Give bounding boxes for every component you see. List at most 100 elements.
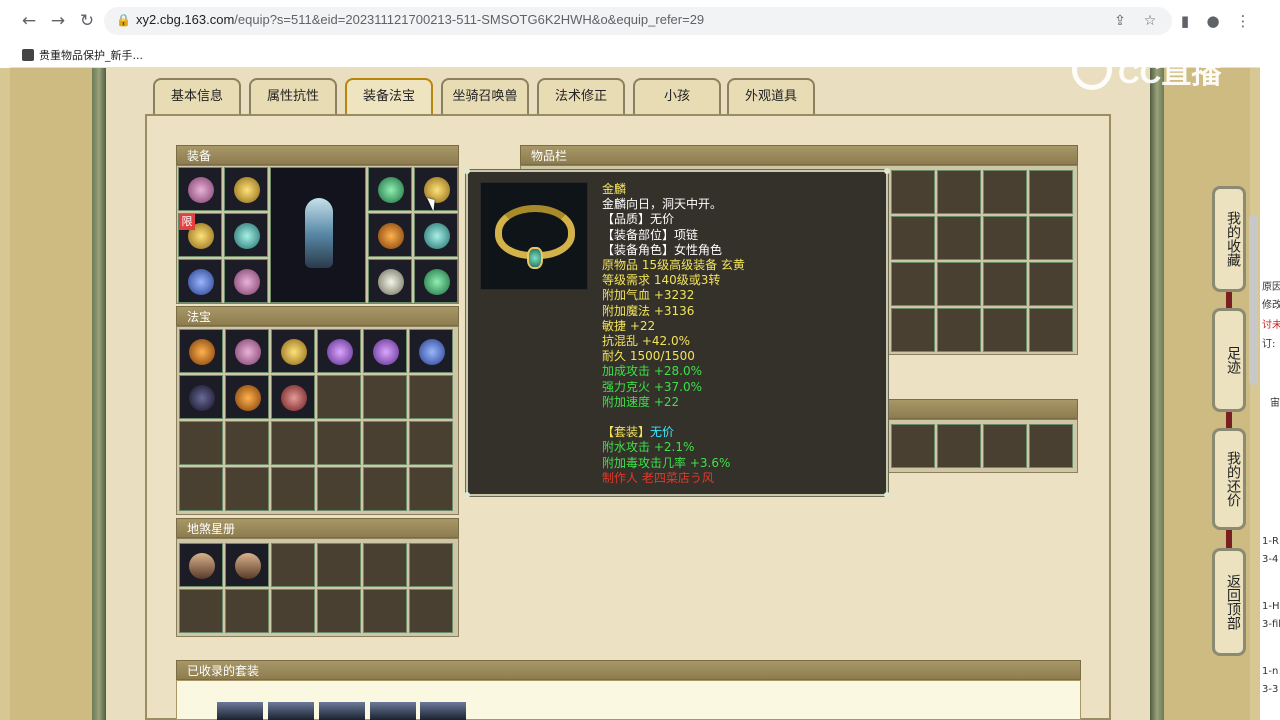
equip-slot[interactable] xyxy=(178,259,222,303)
disha-slot-empty[interactable] xyxy=(271,543,315,587)
fabao-slot[interactable] xyxy=(271,375,315,419)
equip-slot[interactable] xyxy=(368,213,412,257)
fabao-slot-empty[interactable] xyxy=(409,375,453,419)
set-icon[interactable] xyxy=(217,702,263,720)
disha-slot[interactable] xyxy=(179,543,223,587)
fabao-slot-empty[interactable] xyxy=(409,467,453,511)
set-icon[interactable] xyxy=(268,702,314,720)
set-icon[interactable] xyxy=(370,702,416,720)
disha-slot-empty[interactable] xyxy=(409,589,453,633)
my-favorites-button[interactable]: 我的收藏 xyxy=(1212,186,1246,292)
fabao-slot-empty[interactable] xyxy=(409,421,453,465)
inventory-slot[interactable] xyxy=(1029,216,1073,260)
profile-icon[interactable]: ● xyxy=(1202,10,1224,32)
fabao-slot-empty[interactable] xyxy=(317,467,361,511)
inventory-slot[interactable] xyxy=(983,262,1027,306)
fabao-slot-empty[interactable] xyxy=(271,467,315,511)
star-icon[interactable]: ☆ xyxy=(1140,11,1160,31)
inventory-slot[interactable] xyxy=(937,170,981,214)
inventory-slot[interactable] xyxy=(937,262,981,306)
disha-slot-empty[interactable] xyxy=(317,543,361,587)
disha-slot-empty[interactable] xyxy=(271,589,315,633)
fabao-slot[interactable] xyxy=(179,375,223,419)
disha-slot-empty[interactable] xyxy=(363,589,407,633)
footprint-button[interactable]: 足迹 xyxy=(1212,308,1246,412)
equip-slot[interactable] xyxy=(224,259,268,303)
reload-icon[interactable]: ↻ xyxy=(76,10,98,32)
fabao-slot-empty[interactable] xyxy=(363,375,407,419)
fabao-slot[interactable] xyxy=(363,329,407,373)
fabao-slot[interactable] xyxy=(271,329,315,373)
fabao-slot[interactable] xyxy=(225,329,269,373)
secondary-slot[interactable] xyxy=(983,424,1027,468)
back-to-top-button[interactable]: 返回顶部 xyxy=(1212,548,1246,656)
tab-equipment[interactable]: 装备法宝 xyxy=(345,78,433,114)
fabao-slot-empty[interactable] xyxy=(363,467,407,511)
equip-slot[interactable] xyxy=(414,259,458,303)
inventory-slot[interactable] xyxy=(1029,308,1073,352)
share-icon[interactable]: ⇪ xyxy=(1110,11,1130,31)
section-disha-header: 地煞星册 xyxy=(176,518,459,538)
scrollbar[interactable] xyxy=(1249,215,1258,385)
sidebar-icon[interactable]: ▮ xyxy=(1174,10,1196,32)
equip-slot[interactable] xyxy=(414,213,458,257)
tab-child[interactable]: 小孩 xyxy=(633,78,721,114)
inventory-slot[interactable] xyxy=(891,262,935,306)
disha-slot-empty[interactable] xyxy=(225,589,269,633)
tab-mounts[interactable]: 坐骑召唤兽 xyxy=(441,78,529,114)
fabao-slot[interactable] xyxy=(317,329,361,373)
fabao-slot-empty[interactable] xyxy=(225,467,269,511)
disha-slot-empty[interactable] xyxy=(363,543,407,587)
fabao-slot-empty[interactable] xyxy=(317,421,361,465)
equip-slot[interactable] xyxy=(368,167,412,211)
inventory-slot[interactable] xyxy=(937,216,981,260)
disha-slot-empty[interactable] xyxy=(179,589,223,633)
inventory-slot[interactable] xyxy=(983,170,1027,214)
inventory-slot[interactable] xyxy=(1029,170,1073,214)
set-icon[interactable] xyxy=(420,702,466,720)
fabao-slot-empty[interactable] xyxy=(179,467,223,511)
set-icon[interactable] xyxy=(319,702,365,720)
fabao-slot-empty[interactable] xyxy=(271,421,315,465)
inventory-slot[interactable] xyxy=(937,308,981,352)
secondary-slot[interactable] xyxy=(891,424,935,468)
item-stat: 抗混乱 +42.0% xyxy=(602,334,690,349)
equip-slot[interactable] xyxy=(368,259,412,303)
fabao-slot-empty[interactable] xyxy=(363,421,407,465)
secondary-slot[interactable] xyxy=(1029,424,1073,468)
side-button-label: 足迹 xyxy=(1225,346,1241,374)
address-bar[interactable]: 🔒 xy2.cbg.163.com/equip?s=511&eid=202311… xyxy=(104,7,1172,35)
my-bargain-button[interactable]: 我的还价 xyxy=(1212,428,1246,530)
tab-spell-correction[interactable]: 法术修正 xyxy=(537,78,625,114)
disha-slot-empty[interactable] xyxy=(409,543,453,587)
inventory-slot[interactable] xyxy=(891,216,935,260)
inventory-slot[interactable] xyxy=(891,308,935,352)
fabao-slot-empty[interactable] xyxy=(179,421,223,465)
inventory-slot[interactable] xyxy=(891,170,935,214)
fabao-slot[interactable] xyxy=(179,329,223,373)
strip-text: 1-R xyxy=(1262,536,1279,547)
bookmark-item[interactable]: 贵重物品保护_新手... xyxy=(22,46,143,64)
fabao-slot[interactable] xyxy=(225,375,269,419)
section-fabao-header: 法宝 xyxy=(176,306,459,326)
equip-slot[interactable]: 限 xyxy=(178,213,222,257)
equip-slot[interactable] xyxy=(224,167,268,211)
equip-slot[interactable] xyxy=(178,167,222,211)
equip-slot[interactable] xyxy=(224,213,268,257)
fabao-slot-empty[interactable] xyxy=(317,375,361,419)
inventory-slot[interactable] xyxy=(983,216,1027,260)
disha-slot-empty[interactable] xyxy=(317,589,361,633)
disha-slot[interactable] xyxy=(225,543,269,587)
menu-icon[interactable]: ⋮ xyxy=(1232,10,1254,32)
forward-icon[interactable]: → xyxy=(47,10,69,32)
inventory-slot[interactable] xyxy=(1029,262,1073,306)
secondary-slot[interactable] xyxy=(937,424,981,468)
url-text[interactable]: xy2.cbg.163.com/equip?s=511&eid=20231112… xyxy=(136,12,704,27)
tab-basic-info[interactable]: 基本信息 xyxy=(153,78,241,114)
inventory-slot[interactable] xyxy=(983,308,1027,352)
tab-attributes[interactable]: 属性抗性 xyxy=(249,78,337,114)
fabao-slot[interactable] xyxy=(409,329,453,373)
tab-appearance[interactable]: 外观道具 xyxy=(727,78,815,114)
back-icon[interactable]: ← xyxy=(18,10,40,32)
fabao-slot-empty[interactable] xyxy=(225,421,269,465)
